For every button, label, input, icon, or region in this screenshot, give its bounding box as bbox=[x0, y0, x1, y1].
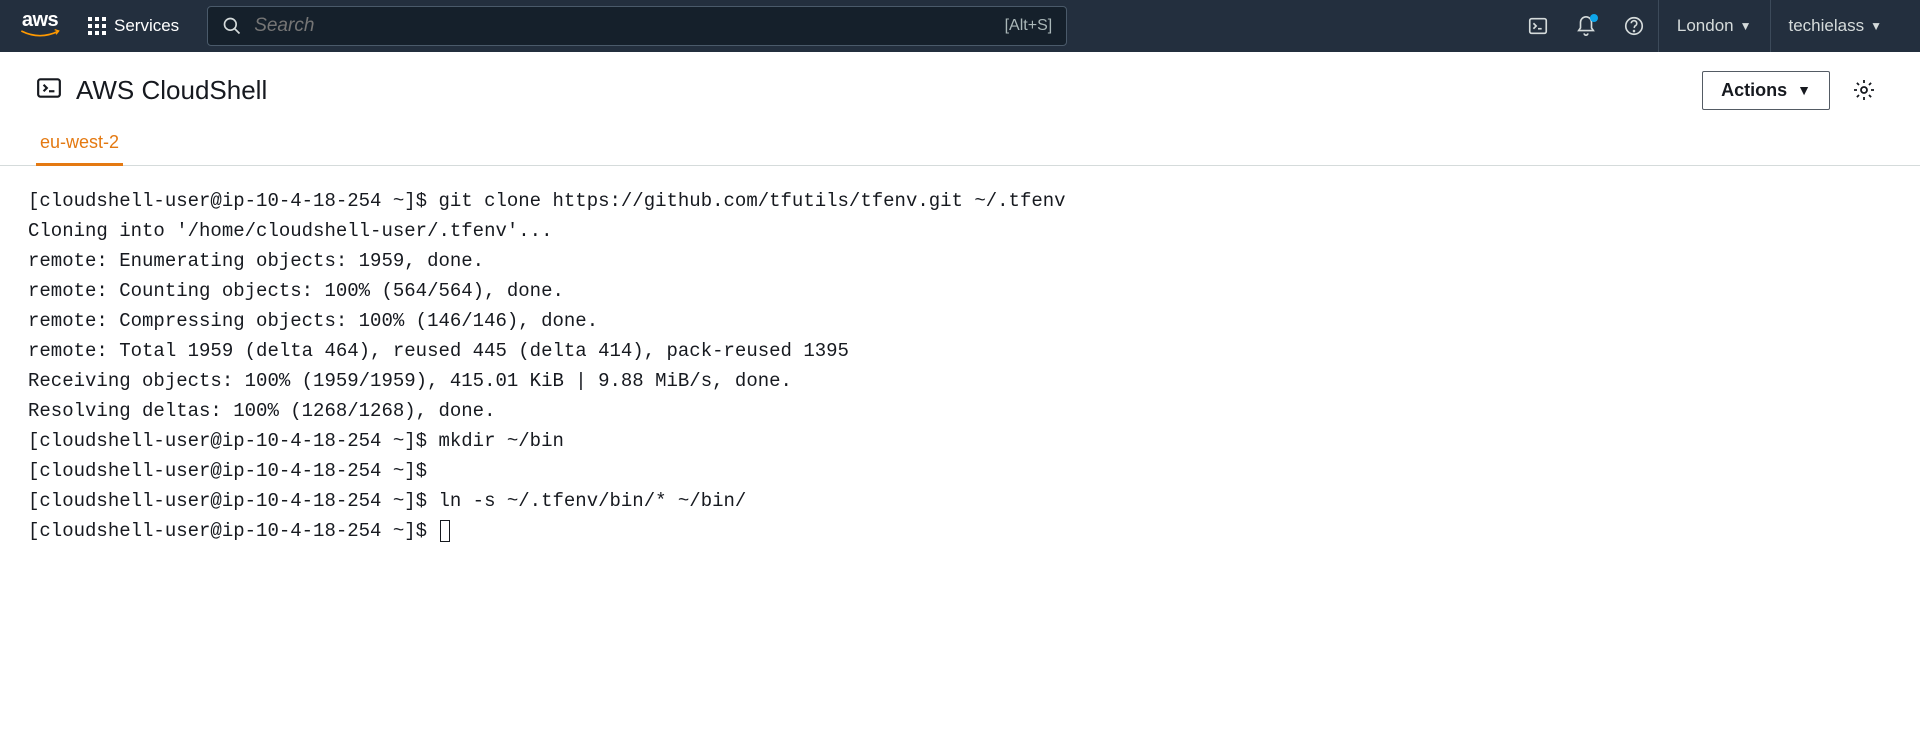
help-icon bbox=[1623, 15, 1645, 37]
terminal-line: [cloudshell-user@ip-10-4-18-254 ~]$ mkdi… bbox=[28, 430, 564, 452]
terminal-line: remote: Total 1959 (delta 464), reused 4… bbox=[28, 340, 849, 362]
services-label: Services bbox=[114, 16, 179, 36]
settings-button[interactable] bbox=[1844, 70, 1884, 110]
help-button[interactable] bbox=[1610, 0, 1658, 52]
page-title: AWS CloudShell bbox=[76, 75, 267, 106]
notification-dot bbox=[1590, 14, 1598, 22]
region-selector[interactable]: London ▼ bbox=[1658, 0, 1770, 52]
notifications-button[interactable] bbox=[1562, 0, 1610, 52]
cloudshell-page-icon bbox=[36, 75, 62, 106]
terminal-line: [cloudshell-user@ip-10-4-18-254 ~]$ ln -… bbox=[28, 490, 746, 512]
terminal-line: remote: Counting objects: 100% (564/564)… bbox=[28, 280, 564, 302]
services-grid-icon bbox=[88, 17, 106, 35]
terminal-line: Resolving deltas: 100% (1268/1268), done… bbox=[28, 400, 495, 422]
cloudshell-icon-button[interactable] bbox=[1514, 0, 1562, 52]
gear-icon bbox=[1852, 78, 1876, 102]
terminal-line: remote: Enumerating objects: 1959, done. bbox=[28, 250, 484, 272]
terminal-line: [cloudshell-user@ip-10-4-18-254 ~]$ bbox=[28, 460, 438, 482]
top-nav: aws Services [Alt+S] bbox=[0, 0, 1920, 52]
terminal-output[interactable]: [cloudshell-user@ip-10-4-18-254 ~]$ git … bbox=[0, 166, 1920, 566]
actions-button[interactable]: Actions ▼ bbox=[1702, 71, 1830, 110]
top-nav-right: London ▼ techielass ▼ bbox=[1514, 0, 1900, 52]
chevron-down-icon: ▼ bbox=[1797, 82, 1811, 98]
chevron-down-icon: ▼ bbox=[1870, 19, 1882, 33]
account-menu[interactable]: techielass ▼ bbox=[1770, 0, 1901, 52]
terminal-cursor bbox=[440, 520, 450, 542]
terminal-line: [cloudshell-user@ip-10-4-18-254 ~]$ bbox=[28, 520, 438, 542]
chevron-down-icon: ▼ bbox=[1740, 19, 1752, 33]
region-tabs: eu-west-2 bbox=[0, 110, 1920, 166]
terminal-line: Receiving objects: 100% (1959/1959), 415… bbox=[28, 370, 792, 392]
terminal-line: [cloudshell-user@ip-10-4-18-254 ~]$ git … bbox=[28, 190, 1066, 212]
tab-label: eu-west-2 bbox=[40, 132, 119, 152]
terminal-line: remote: Compressing objects: 100% (146/1… bbox=[28, 310, 598, 332]
terminal-line: Cloning into '/home/cloudshell-user/.tfe… bbox=[28, 220, 553, 242]
aws-logo-text: aws bbox=[22, 10, 58, 30]
services-menu[interactable]: Services bbox=[78, 10, 189, 42]
cloudshell-icon bbox=[1527, 15, 1549, 37]
search-icon bbox=[222, 16, 242, 36]
page-header: AWS CloudShell Actions ▼ bbox=[0, 52, 1920, 110]
tab-eu-west-2[interactable]: eu-west-2 bbox=[36, 132, 123, 166]
actions-label: Actions bbox=[1721, 80, 1787, 101]
account-label: techielass bbox=[1789, 16, 1865, 36]
search-shortcut-hint: [Alt+S] bbox=[1005, 17, 1053, 35]
region-label: London bbox=[1677, 16, 1734, 36]
aws-logo[interactable]: aws bbox=[20, 10, 60, 42]
aws-smile-icon bbox=[20, 28, 60, 42]
global-search[interactable]: [Alt+S] bbox=[207, 6, 1067, 46]
search-input[interactable] bbox=[254, 15, 992, 37]
